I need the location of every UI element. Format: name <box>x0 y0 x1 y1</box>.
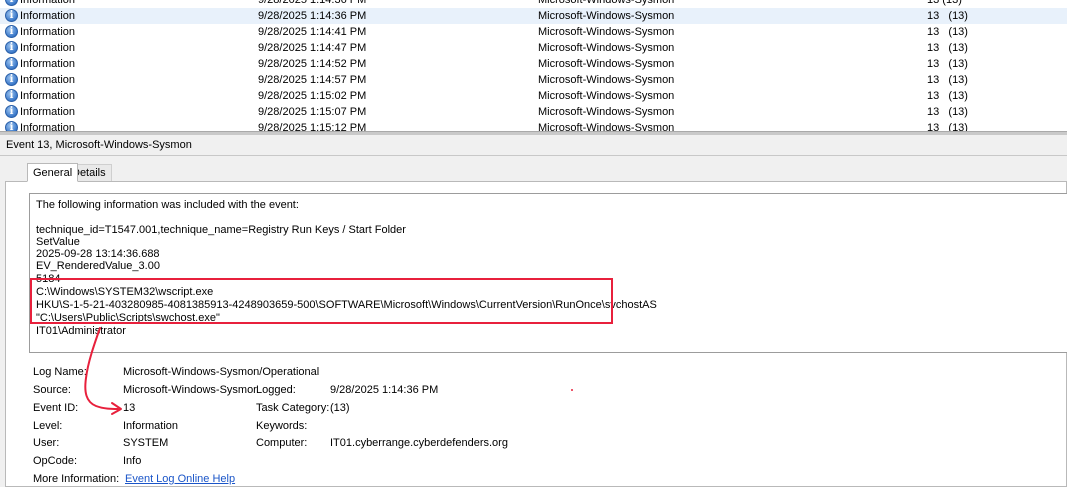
event-date: 9/28/2025 1:14:47 PM <box>258 42 367 54</box>
user-value: SYSTEM <box>123 437 169 449</box>
event-level: Information <box>20 26 76 38</box>
information-icon: i <box>5 73 18 86</box>
event-id-label: Event ID: <box>33 402 79 414</box>
event-id: 13 (13) <box>927 90 968 102</box>
event-row[interactable]: i Information 9/28/2025 1:15:12 PM Micro… <box>0 120 1067 131</box>
source-label: Source: <box>33 384 71 396</box>
logged-label: Logged: <box>256 384 296 396</box>
event-row[interactable]: i Information 9/28/2025 1:14:41 PM Micro… <box>0 24 1067 40</box>
event-list[interactable]: i Information 9/28/2025 1:14:36 PM Micro… <box>0 0 1067 131</box>
divider <box>0 155 1067 156</box>
information-icon: i <box>5 121 18 131</box>
event-row[interactable]: i Information 9/28/2025 1:14:47 PM Micro… <box>0 40 1067 56</box>
logged-value: 9/28/2025 1:14:36 PM <box>330 384 439 396</box>
information-icon: i <box>5 57 18 70</box>
event-row[interactable]: i Information 9/28/2025 1:14:57 PM Micro… <box>0 72 1067 88</box>
user-label: User: <box>33 437 60 449</box>
event-row[interactable]: i Information 9/28/2025 1:14:36 PM Micro… <box>0 0 1067 8</box>
event-description-box[interactable]: The following information was included w… <box>29 193 1067 353</box>
computer-label: Computer: <box>256 437 308 449</box>
event-source: Microsoft-Windows-Sysmon <box>538 122 675 131</box>
event-date: 9/28/2025 1:15:07 PM <box>258 106 367 118</box>
opcode-label: OpCode: <box>33 455 78 467</box>
log-name-value: Microsoft-Windows-Sysmon/Operational <box>123 366 320 378</box>
event-row-selected[interactable]: i Information 9/28/2025 1:14:36 PM Micro… <box>0 8 1067 24</box>
event-level: Information <box>20 122 76 131</box>
information-icon: i <box>5 41 18 54</box>
description-line: IT01\Administrator <box>36 325 126 337</box>
event-source: Microsoft-Windows-Sysmon <box>538 26 675 38</box>
event-id: 13 (13) <box>927 10 968 22</box>
opcode-value: Info <box>123 455 142 467</box>
event-date: 9/28/2025 1:15:12 PM <box>258 122 367 131</box>
annotation-dot <box>571 389 573 391</box>
description-line: SetValue <box>36 236 80 248</box>
description-intro: The following information was included w… <box>36 199 299 211</box>
description-line: technique_id=T1547.001,technique_name=Re… <box>36 224 406 236</box>
more-information-label: More Information: <box>33 473 120 485</box>
event-row[interactable]: i Information 9/28/2025 1:14:52 PM Micro… <box>0 56 1067 72</box>
description-line: EV_RenderedValue_3.00 <box>36 260 160 272</box>
information-icon: i <box>5 89 18 102</box>
event-source: Microsoft-Windows-Sysmon <box>538 58 675 70</box>
event-id-value: 13 <box>123 402 136 414</box>
event-source: Microsoft-Windows-Sysmon <box>538 106 675 118</box>
event-date: 9/28/2025 1:14:57 PM <box>258 74 367 86</box>
description-line: 2025-09-28 13:14:36.688 <box>36 248 160 260</box>
event-source: Microsoft-Windows-Sysmon <box>538 74 675 86</box>
tab-general[interactable]: General <box>27 163 79 182</box>
event-source: Microsoft-Windows-Sysmon <box>538 90 675 102</box>
event-id: 13 (13) <box>927 26 968 38</box>
source-value: Microsoft-Windows-Sysmor <box>123 384 257 396</box>
information-icon: i <box>5 0 18 6</box>
task-category-label: Task Category: <box>256 402 330 414</box>
event-row[interactable]: i Information 9/28/2025 1:15:02 PM Micro… <box>0 88 1067 104</box>
event-date: 9/28/2025 1:14:36 PM <box>258 0 367 6</box>
task-category-value: (13) <box>330 402 350 414</box>
event-log-online-help-link[interactable]: Event Log Online Help <box>125 473 235 485</box>
event-source: Microsoft-Windows-Sysmon <box>538 0 675 6</box>
information-icon: i <box>5 105 18 118</box>
computer-value: IT01.cyberrange.cyberdefenders.org <box>330 437 508 449</box>
event-date: 9/28/2025 1:14:41 PM <box>258 26 367 38</box>
event-level: Information <box>20 106 76 118</box>
event-id: 13 (13) <box>927 122 968 131</box>
event-level: Information <box>20 10 76 22</box>
event-level: Information <box>20 42 76 54</box>
event-source: Microsoft-Windows-Sysmon <box>538 10 675 22</box>
event-id: 13 (13) <box>927 58 968 70</box>
event-level: Information <box>20 90 76 102</box>
level-value: Information <box>123 420 179 432</box>
event-id: 13 (13) <box>927 74 968 86</box>
information-icon: i <box>5 25 18 38</box>
event-source: Microsoft-Windows-Sysmon <box>538 42 675 54</box>
event-level: Information <box>20 0 76 6</box>
event-id: 13 (13) <box>927 106 968 118</box>
log-name-label: Log Name: <box>33 366 87 378</box>
event-row[interactable]: i Information 9/28/2025 1:15:07 PM Micro… <box>0 104 1067 120</box>
event-level: Information <box>20 74 76 86</box>
information-icon: i <box>5 9 18 22</box>
event-date: 9/28/2025 1:14:52 PM <box>258 58 367 70</box>
keywords-label: Keywords: <box>256 420 308 432</box>
annotation-highlight-box <box>30 278 613 324</box>
event-date: 9/28/2025 1:15:02 PM <box>258 90 367 102</box>
detail-title: Event 13, Microsoft-Windows-Sysmon <box>6 139 192 151</box>
level-label: Level: <box>33 420 63 432</box>
event-id: 13 (13) <box>927 42 968 54</box>
event-level: Information <box>20 58 76 70</box>
event-id: 13 (13) <box>927 0 962 6</box>
event-date: 9/28/2025 1:14:36 PM <box>258 10 367 22</box>
